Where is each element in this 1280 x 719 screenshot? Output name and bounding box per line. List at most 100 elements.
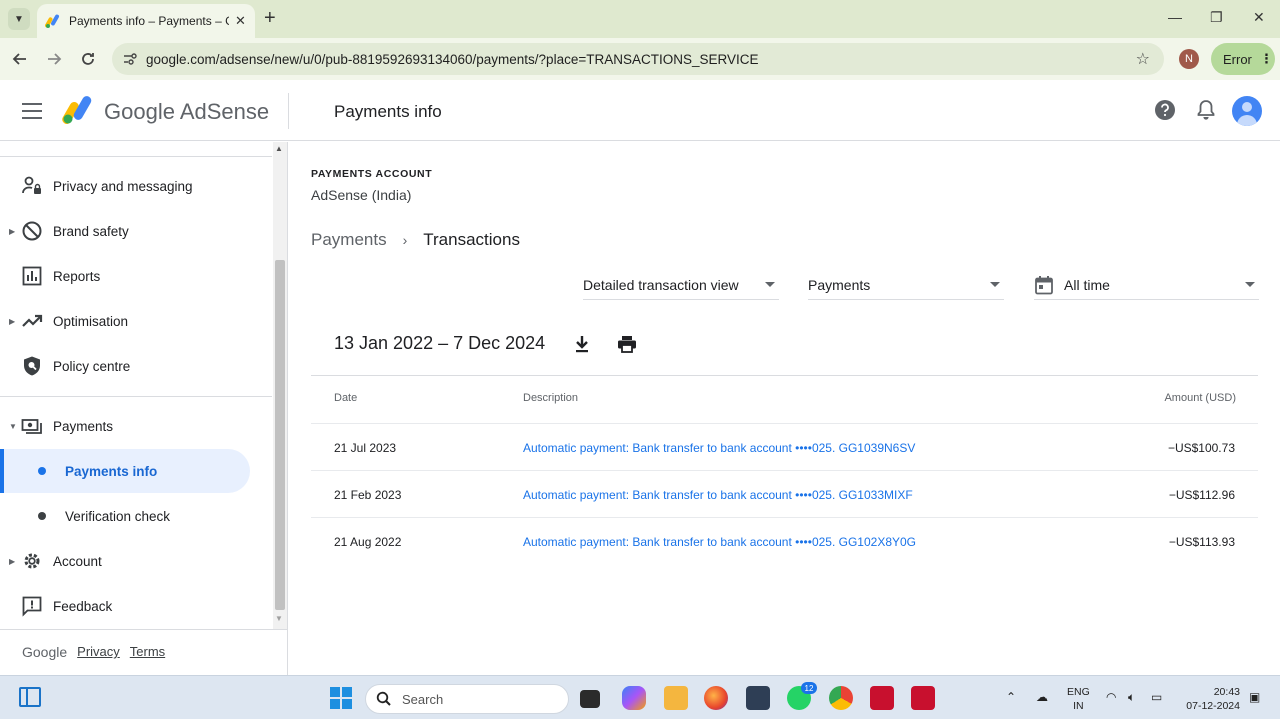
more-menu-icon[interactable]: ⋮ <box>1260 51 1273 67</box>
sidebar-item-label: Policy centre <box>53 358 131 374</box>
footer-privacy-link[interactable]: Privacy <box>77 644 120 660</box>
widgets-icon[interactable] <box>19 687 41 707</box>
help-icon[interactable] <box>1154 99 1176 121</box>
expand-arrow-icon[interactable]: ▶ <box>9 557 15 566</box>
tray-cloud-icon[interactable]: ☁ <box>1036 690 1048 704</box>
adsense-favicon-icon <box>45 14 59 28</box>
browser-toolbar: google.com/adsense/new/u/0/pub-881959269… <box>0 38 1280 80</box>
row-date: 21 Aug 2022 <box>334 535 402 549</box>
sidebar-item-account[interactable]: ▶ Account <box>0 539 272 583</box>
mcafee-icon[interactable] <box>911 686 935 710</box>
firefox-icon[interactable] <box>704 686 728 710</box>
shield-search-icon <box>24 356 40 376</box>
trending-up-icon <box>22 314 43 327</box>
browser-tab-bar: ▼ Payments info – Payments – Go ✕ + — ❐ … <box>0 0 1280 38</box>
minimize-button[interactable]: — <box>1168 9 1182 25</box>
start-button[interactable] <box>330 687 352 709</box>
sidebar-item-label: Optimisation <box>53 313 129 329</box>
forward-arrow-icon[interactable] <box>46 51 62 67</box>
sidebar-item-policy-centre[interactable]: Policy centre <box>0 344 272 388</box>
breadcrumb-payments[interactable]: Payments <box>311 230 387 250</box>
site-settings-icon[interactable] <box>122 52 138 66</box>
row-description-link[interactable]: Automatic payment: Bank transfer to bank… <box>523 535 916 549</box>
table-row: 21 Aug 2022 Automatic payment: Bank tran… <box>311 517 1258 564</box>
sidebar-item-reports[interactable]: Reports <box>0 254 272 298</box>
language-indicator[interactable]: ENG IN <box>1067 685 1090 713</box>
taskbar-search-placeholder: Search <box>402 691 444 707</box>
adsense-logo-icon <box>62 96 92 124</box>
copilot-icon[interactable] <box>622 686 646 710</box>
bookmark-star-icon[interactable]: ☆ <box>1136 49 1150 69</box>
dot-icon <box>38 512 46 520</box>
sidebar-item-optimisation[interactable]: ▶ Optimisation <box>0 299 272 343</box>
error-button[interactable]: Error ⋮ <box>1211 43 1275 75</box>
tab-title: Payments info – Payments – Go <box>69 14 229 28</box>
profile-avatar[interactable]: N <box>1179 49 1199 69</box>
volume-icon[interactable]: 🔈︎ <box>1128 690 1135 705</box>
wifi-icon[interactable]: ◠ <box>1106 690 1116 704</box>
row-amount: −US$100.73 <box>1167 441 1235 455</box>
view-dropdown[interactable]: Detailed transaction view <box>583 270 779 300</box>
scrollbar-thumb[interactable] <box>275 260 285 610</box>
account-avatar[interactable] <box>1232 96 1262 126</box>
address-bar[interactable]: google.com/adsense/new/u/0/pub-881959269… <box>112 43 1164 75</box>
sidebar-item-payments[interactable]: ▼ Payments <box>0 404 272 448</box>
payments-account-name: AdSense (India) <box>311 187 412 203</box>
sidebar: Privacy and messaging ▶ Brand safety Rep… <box>0 142 288 675</box>
restore-button[interactable]: ❐ <box>1210 9 1223 26</box>
new-tab-button[interactable]: + <box>264 7 276 30</box>
table-row: 21 Feb 2023 Automatic payment: Bank tran… <box>311 470 1258 517</box>
taskbar-search[interactable]: Search <box>365 684 569 714</box>
column-header-amount[interactable]: Amount (USD) <box>1164 392 1236 404</box>
browser-tab[interactable]: Payments info – Payments – Go ✕ <box>37 4 255 38</box>
payments-account-label: PAYMENTS ACCOUNT <box>311 168 433 180</box>
period-dropdown-value: All time <box>1064 276 1110 293</box>
reload-icon[interactable] <box>80 51 96 67</box>
url-text: google.com/adsense/new/u/0/pub-881959269… <box>146 51 759 67</box>
notifications-bell-icon[interactable] <box>1196 99 1216 121</box>
column-header-date[interactable]: Date <box>334 392 357 404</box>
row-amount: −US$113.93 <box>1168 535 1235 549</box>
sidebar-subitem-label: Payments info <box>65 463 158 479</box>
sidebar-subitem-verification-check[interactable]: Verification check <box>0 494 250 538</box>
notification-center-icon[interactable]: ▣ <box>1249 690 1260 704</box>
sidebar-footer: Google Privacy Terms <box>22 644 165 660</box>
os-taskbar: Search 12 ⌃ ☁ ENG IN ◠ 🔈︎ ▭ 20:43 07-12-… <box>0 675 1280 719</box>
footer-terms-link[interactable]: Terms <box>130 644 165 660</box>
tab-search-button[interactable]: ▼ <box>8 8 30 30</box>
taskview-icon[interactable] <box>580 690 600 708</box>
scroll-up-arrow-icon[interactable]: ▲ <box>275 144 283 153</box>
main-menu-icon[interactable] <box>22 103 42 119</box>
row-description-link[interactable]: Automatic payment: Bank transfer to bank… <box>523 441 915 455</box>
column-header-description[interactable]: Description <box>523 392 578 404</box>
sidebar-subitem-payments-info[interactable]: Payments info <box>0 449 250 493</box>
expand-arrow-icon[interactable]: ▶ <box>9 227 15 236</box>
row-description-link[interactable]: Automatic payment: Bank transfer to bank… <box>523 488 913 502</box>
tab-close-icon[interactable]: ✕ <box>235 13 246 29</box>
battery-icon[interactable]: ▭ <box>1151 690 1162 704</box>
expand-arrow-icon[interactable]: ▶ <box>9 317 15 326</box>
media-player-icon[interactable] <box>746 686 770 710</box>
clock-time: 20:43 <box>1213 686 1240 698</box>
sidebar-scrollbar[interactable]: ▲ ▼ <box>273 142 287 629</box>
print-icon[interactable] <box>617 334 637 354</box>
scroll-down-arrow-icon[interactable]: ▼ <box>275 614 283 623</box>
type-dropdown[interactable]: Payments <box>808 270 1004 300</box>
breadcrumb: Payments › Transactions <box>311 230 520 250</box>
sidebar-item-privacy-messaging[interactable]: Privacy and messaging <box>0 164 272 208</box>
file-explorer-icon[interactable] <box>664 686 688 710</box>
clock[interactable]: 20:43 07-12-2024 <box>1182 685 1240 713</box>
sidebar-item-feedback[interactable]: Feedback <box>0 584 272 628</box>
type-dropdown-value: Payments <box>808 276 871 293</box>
sidebar-item-brand-safety[interactable]: ▶ Brand safety <box>0 209 272 253</box>
tray-chevron-up-icon[interactable]: ⌃ <box>1006 690 1016 704</box>
collapse-arrow-icon[interactable]: ▼ <box>9 422 17 431</box>
back-arrow-icon[interactable] <box>12 51 28 67</box>
chrome-icon[interactable] <box>829 686 853 710</box>
close-window-button[interactable]: ✕ <box>1253 9 1265 26</box>
period-dropdown[interactable]: All time <box>1034 270 1259 300</box>
download-icon[interactable] <box>573 334 591 354</box>
mcafee-icon[interactable] <box>870 686 894 710</box>
gear-icon <box>24 553 40 569</box>
calendar-icon <box>1035 275 1053 294</box>
